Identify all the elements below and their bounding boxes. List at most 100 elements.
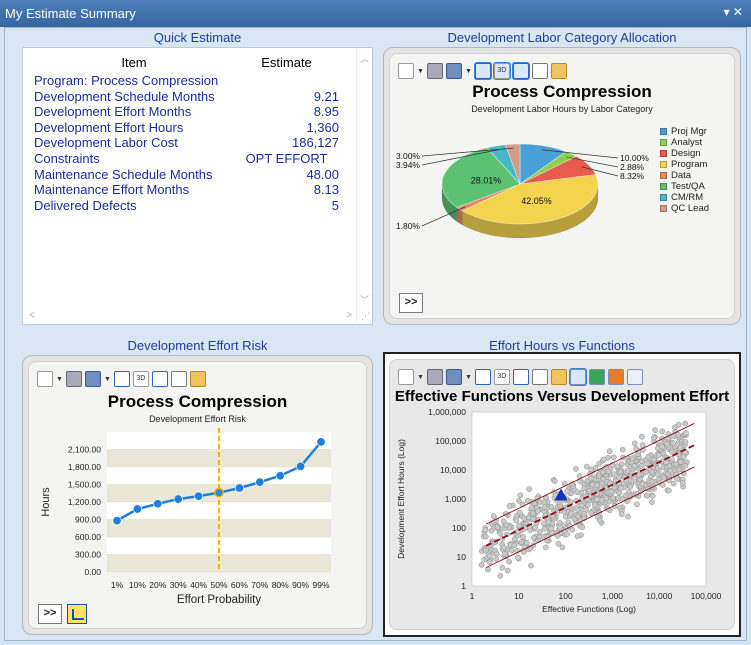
- new-document-icon[interactable]: [398, 63, 414, 79]
- scatter-point: [483, 547, 489, 554]
- data-point: [132, 504, 142, 514]
- scatter-point: [644, 492, 651, 499]
- resize-grip-icon[interactable]: ⋰: [361, 311, 370, 322]
- scatter-point: [683, 430, 689, 436]
- window-controls[interactable]: ▾ ✕: [724, 5, 743, 19]
- scatter-point: [556, 524, 563, 531]
- new-document-icon[interactable]: [37, 371, 53, 387]
- highlight-tool-icon[interactable]: [588, 369, 605, 385]
- dropdown-caret-icon[interactable]: ▼: [417, 68, 424, 75]
- scatter-point: [530, 510, 537, 517]
- scroll-down-icon[interactable]: ﹀: [360, 293, 369, 306]
- open-folder-icon[interactable]: [550, 63, 567, 79]
- legend-label: Analyst: [671, 137, 703, 148]
- legend-swatch: [660, 183, 667, 190]
- pie-slice-label: 28.01%: [471, 175, 502, 185]
- x-tick-label: 60%: [231, 580, 248, 590]
- data-table-icon[interactable]: [170, 371, 187, 387]
- table-row[interactable]: Program: Process Compression: [34, 73, 339, 89]
- y-tick-label: 900.00: [75, 515, 101, 525]
- labor-allocation-frame: ▼ ▼ 3D Process Compression Development L…: [383, 47, 741, 325]
- scatter-point: [478, 561, 485, 568]
- scatter-point: [584, 502, 591, 508]
- gridlines-toggle-icon[interactable]: [151, 371, 168, 387]
- chart-toolbar: ▼ ▼ 3D: [398, 368, 643, 386]
- print-icon[interactable]: [426, 369, 443, 385]
- legend-toggle-icon[interactable]: [113, 371, 130, 387]
- scatter-point: [603, 495, 609, 502]
- x-tick-label: 10,000: [646, 591, 672, 601]
- open-folder-icon[interactable]: [189, 371, 206, 387]
- scatter-point: [514, 554, 521, 561]
- scatter-point: [610, 454, 617, 461]
- scroll-up-icon[interactable]: ︿: [360, 52, 369, 65]
- table-row[interactable]: Delivered Defects 5: [34, 198, 339, 214]
- table-row[interactable]: Development Labor Cost 186,127: [34, 135, 339, 151]
- more-button[interactable]: >>: [38, 604, 62, 624]
- dropdown-caret-icon[interactable]: ▼: [104, 376, 111, 383]
- data-table-icon[interactable]: [531, 63, 548, 79]
- scatter-point: [588, 475, 595, 482]
- y-axis-label: Hours: [40, 487, 52, 517]
- 3d-toggle-icon[interactable]: 3D: [493, 369, 510, 385]
- scatter-point: [520, 534, 526, 540]
- table-row[interactable]: Maintenance Schedule Months 48.00: [34, 167, 339, 183]
- 3d-toggle-icon[interactable]: 3D: [493, 63, 510, 79]
- scatter-point: [600, 469, 606, 476]
- data-point: [173, 494, 183, 504]
- table-row[interactable]: Development Schedule Months 9.21: [34, 89, 339, 105]
- save-icon[interactable]: [445, 369, 462, 385]
- chart-subtitle: Development Labor Hours by Labor Categor…: [471, 104, 653, 114]
- scatter-point: [548, 503, 555, 510]
- column-header-estimate[interactable]: Estimate: [234, 55, 339, 73]
- gridlines-toggle-icon[interactable]: [512, 369, 529, 385]
- table-row[interactable]: Development Effort Months 8.95: [34, 104, 339, 120]
- y-tick-label: 300.00: [75, 550, 101, 560]
- save-icon[interactable]: [84, 371, 101, 387]
- scroll-right-icon[interactable]: >: [346, 310, 352, 321]
- table-row[interactable]: Development Effort Hours 1,360: [34, 120, 339, 136]
- gridlines-toggle-icon[interactable]: [512, 63, 529, 79]
- pointer-tool-icon[interactable]: [569, 369, 586, 385]
- vertical-scrollbar[interactable]: ︿ ﹀: [356, 48, 372, 324]
- 3d-toggle-icon[interactable]: 3D: [132, 371, 149, 387]
- x-tick-label: 40%: [190, 580, 207, 590]
- x-tick-label: 1%: [111, 580, 124, 590]
- scroll-left-icon[interactable]: <: [29, 310, 35, 321]
- properties-icon[interactable]: [626, 369, 643, 385]
- scatter-point: [631, 440, 638, 447]
- scatter-point: [551, 478, 558, 484]
- scatter-point: [493, 551, 500, 557]
- legend-toggle-icon[interactable]: [474, 63, 491, 79]
- column-header-item[interactable]: Item: [34, 55, 234, 73]
- scatter-point: [600, 476, 606, 482]
- table-row[interactable]: Constraints OPT EFFORT: [34, 151, 339, 167]
- scatter-point: [516, 498, 522, 504]
- dropdown-caret-icon[interactable]: ▼: [465, 68, 472, 75]
- dropdown-caret-icon[interactable]: ▼: [417, 374, 424, 381]
- new-document-icon[interactable]: [398, 369, 414, 385]
- item-cell: Development Labor Cost: [34, 135, 178, 151]
- scatter-point: [667, 468, 674, 474]
- more-button[interactable]: >>: [399, 293, 423, 313]
- chart-options-button[interactable]: [67, 604, 87, 624]
- scatter-point: [649, 469, 655, 475]
- dropdown-caret-icon[interactable]: ▼: [465, 374, 472, 381]
- print-icon[interactable]: [426, 63, 443, 79]
- horizontal-scrollbar[interactable]: < >: [23, 310, 372, 324]
- open-folder-icon[interactable]: [550, 369, 567, 385]
- legend-toggle-icon[interactable]: [474, 369, 491, 385]
- data-point: [214, 487, 224, 498]
- scatter-point: [627, 483, 634, 490]
- print-icon[interactable]: [65, 371, 82, 387]
- save-icon[interactable]: [445, 63, 462, 79]
- color-tool-icon[interactable]: [607, 369, 624, 385]
- scatter-point: [611, 484, 618, 491]
- scatter-point: [616, 490, 623, 496]
- scatter-point: [601, 456, 607, 463]
- x-axis-label: Effective Functions (Log): [542, 604, 636, 614]
- dropdown-caret-icon[interactable]: ▼: [56, 376, 63, 383]
- legend-entry: Proj Mgr: [660, 126, 707, 137]
- table-row[interactable]: Maintenance Effort Months 8.13: [34, 182, 339, 198]
- data-table-icon[interactable]: [531, 369, 548, 385]
